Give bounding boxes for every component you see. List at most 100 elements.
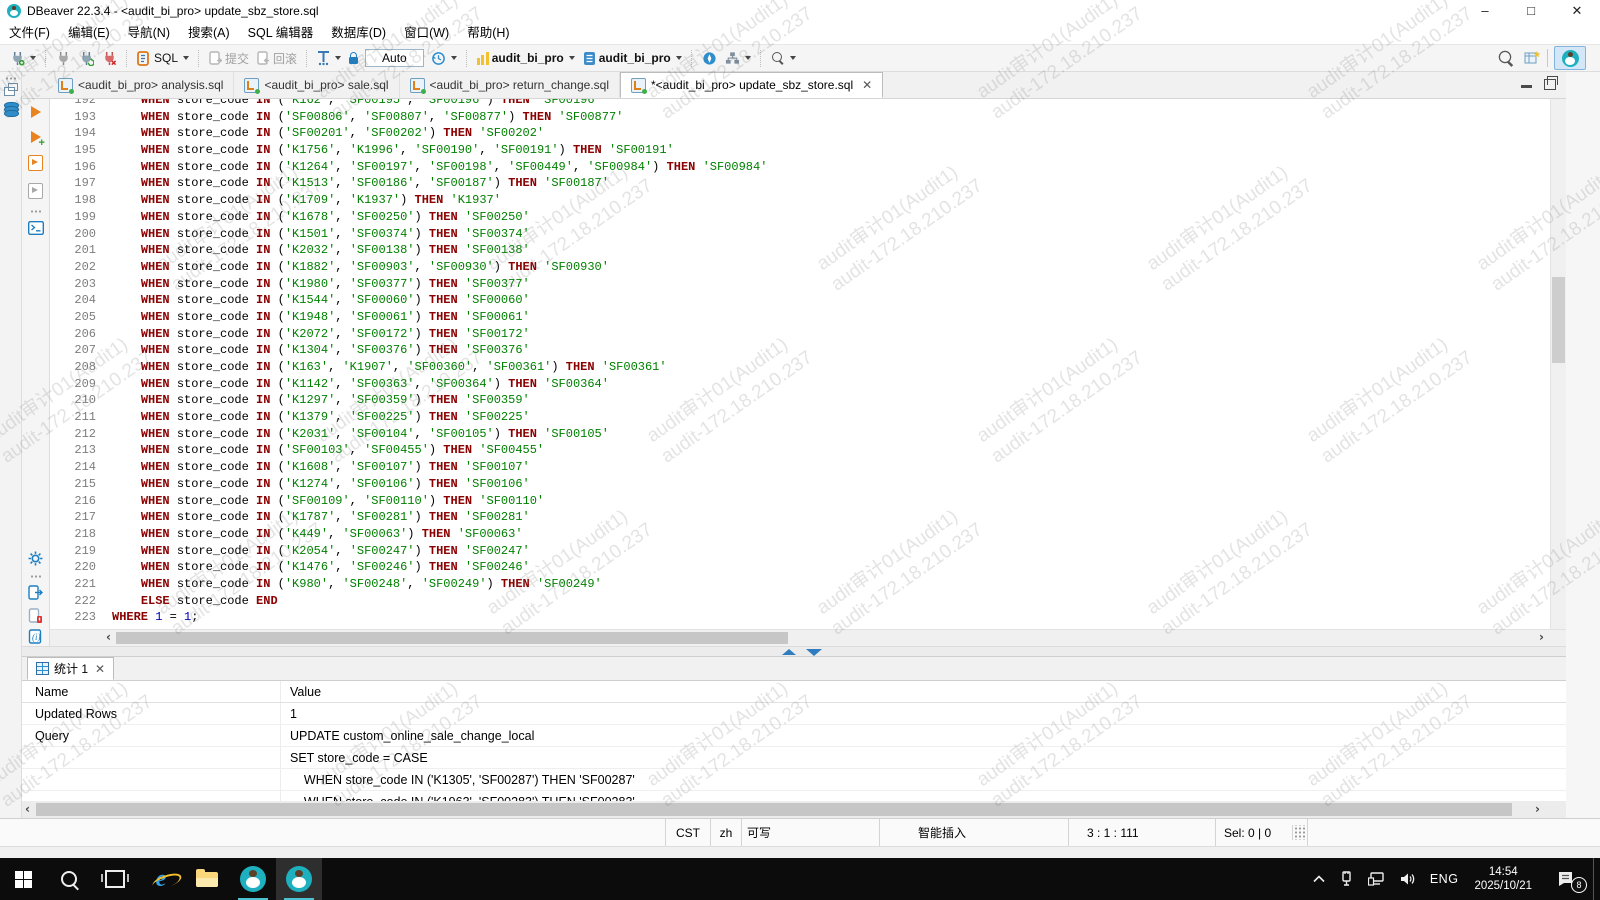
code-line[interactable]: 219 WHEN store_code IN ('K2054', 'SF0024…: [50, 543, 1550, 560]
start-button[interactable]: [0, 858, 46, 900]
txn-lock-button[interactable]: [346, 50, 361, 66]
chevron-down-icon[interactable]: [450, 56, 457, 60]
dbeaver-taskbar-button[interactable]: [230, 858, 276, 900]
code-line[interactable]: 203 WHEN store_code IN ('K1980', 'SF0037…: [50, 276, 1550, 293]
show-desktop-button[interactable]: [1593, 858, 1600, 900]
save-warning-icon[interactable]: [28, 608, 43, 623]
explain-plan-button[interactable]: [28, 183, 43, 199]
scroll-left-icon[interactable]: ‹: [106, 630, 111, 645]
output-log-icon[interactable]: (i): [28, 629, 43, 644]
input-language-indicator[interactable]: ENG: [1423, 858, 1466, 900]
code-line[interactable]: 198 WHEN store_code IN ('K1709', 'K1937'…: [50, 192, 1550, 209]
code-line[interactable]: 197 WHEN store_code IN ('K1513', 'SF0018…: [50, 175, 1550, 192]
status-insert-mode[interactable]: 智能插入: [879, 819, 1068, 846]
code-line[interactable]: 212 WHEN store_code IN ('K2031', 'SF0010…: [50, 426, 1550, 443]
chevron-down-icon[interactable]: [335, 56, 342, 60]
code-line[interactable]: 194 WHEN store_code IN ('SF00201', 'SF00…: [50, 125, 1550, 142]
quick-search-icon[interactable]: [1498, 50, 1512, 64]
code-line[interactable]: 218 WHEN store_code IN ('K449', 'SF00063…: [50, 526, 1550, 543]
internet-explorer-button[interactable]: e: [138, 858, 184, 900]
scroll-right-icon[interactable]: ›: [1539, 630, 1544, 645]
editor-tab-2[interactable]: <audit_bi_pro> return_change.sql: [400, 72, 620, 98]
tray-expand-button[interactable]: [1306, 858, 1332, 900]
connection-selector[interactable]: audit_bi_pro: [474, 49, 578, 67]
maximize-editor-icon[interactable]: [1544, 76, 1558, 90]
network-tray-icon[interactable]: [1361, 858, 1393, 900]
chevron-down-icon[interactable]: [183, 56, 190, 60]
sql-editor-button[interactable]: SQL: [134, 49, 192, 68]
code-line[interactable]: 192 WHEN store_code IN ('K162', 'SF00195…: [50, 99, 1550, 109]
rollback-button[interactable]: 回滚: [254, 48, 300, 69]
txn-history-button[interactable]: [428, 49, 460, 68]
results-col-value[interactable]: Value: [281, 685, 321, 699]
database-navigator-icon[interactable]: [4, 102, 19, 117]
usb-tray-icon[interactable]: [1332, 858, 1361, 900]
commit-mode-combo[interactable]: Auto: [365, 49, 424, 67]
close-tab-icon[interactable]: ✕: [95, 662, 105, 676]
connect-button[interactable]: [53, 49, 74, 68]
code-line[interactable]: 196 WHEN store_code IN ('K1264', 'SF0019…: [50, 159, 1550, 176]
taskbar-search-button[interactable]: [46, 858, 92, 900]
schema-compare-button[interactable]: [722, 49, 754, 67]
code-line[interactable]: 223 WHERE 1 = 1;: [50, 609, 1550, 626]
code-line[interactable]: 200 WHEN store_code IN ('K1501', 'SF0037…: [50, 226, 1550, 243]
menu-item-6[interactable]: 窗口(W): [395, 22, 458, 44]
execute-new-tab-button[interactable]: [30, 131, 45, 149]
chevron-down-icon[interactable]: [744, 56, 751, 60]
action-center-button[interactable]: 8: [1541, 858, 1589, 900]
code-line[interactable]: 206 WHEN store_code IN ('K2072', 'SF0017…: [50, 326, 1550, 343]
menu-item-5[interactable]: 数据库(D): [322, 22, 395, 44]
editor-results-splitter[interactable]: [22, 646, 1600, 657]
editor-tab-0[interactable]: <audit_bi_pro> analysis.sql: [48, 72, 235, 98]
menu-item-4[interactable]: SQL 编辑器: [239, 22, 323, 44]
maximize-button[interactable]: □: [1508, 0, 1554, 22]
database-selector[interactable]: audit_bi_pro: [580, 49, 685, 68]
code-line[interactable]: 207 WHEN store_code IN ('K1304', 'SF0037…: [50, 342, 1550, 359]
commit-button[interactable]: 提交: [206, 48, 252, 69]
horizontal-scrollbar[interactable]: ‹ ›: [50, 629, 1566, 646]
code-area[interactable]: 192 WHEN store_code IN ('K162', 'SF00195…: [50, 99, 1550, 626]
menu-item-7[interactable]: 帮助(H): [458, 22, 518, 44]
drag-handle-icon[interactable]: [4, 77, 17, 80]
sql-terminal-button[interactable]: [27, 221, 44, 235]
minimize-button[interactable]: –: [1462, 0, 1508, 22]
task-view-button[interactable]: [92, 858, 138, 900]
code-line[interactable]: 193 WHEN store_code IN ('SF00806', 'SF00…: [50, 109, 1550, 126]
code-line[interactable]: 214 WHEN store_code IN ('K1608', 'SF0010…: [50, 459, 1550, 476]
results-scroll-thumb[interactable]: [36, 803, 1512, 816]
code-line[interactable]: 205 WHEN store_code IN ('K1948', 'SF0006…: [50, 309, 1550, 326]
restore-view-icon[interactable]: [3, 83, 18, 96]
results-row[interactable]: Query UPDATE custom_online_sale_change_lo…: [22, 725, 1600, 747]
file-explorer-button[interactable]: [184, 858, 230, 900]
results-row[interactable]: WHEN store_code IN ('K1305', 'SF00287') …: [22, 769, 1600, 791]
sql-editor[interactable]: 192 WHEN store_code IN ('K162', 'SF00195…: [50, 99, 1566, 646]
menu-item-0[interactable]: 文件(F): [0, 22, 59, 44]
reconnect-button[interactable]: [76, 49, 97, 68]
menu-item-1[interactable]: 编辑(E): [59, 22, 119, 44]
code-line[interactable]: 210 WHEN store_code IN ('K1297', 'SF0035…: [50, 392, 1550, 409]
results-col-name[interactable]: Name: [22, 681, 281, 702]
dbeaver-taskbar-button-active[interactable]: [276, 858, 322, 900]
chevron-down-icon[interactable]: [675, 56, 682, 60]
code-line[interactable]: 199 WHEN store_code IN ('K1678', 'SF0025…: [50, 209, 1550, 226]
results-row[interactable]: Updated Rows 1: [22, 703, 1600, 725]
editor-tab-1[interactable]: <audit_bi_pro> sale.sql: [234, 72, 400, 98]
chevron-down-icon[interactable]: [568, 56, 575, 60]
close-tab-icon[interactable]: ✕: [862, 78, 872, 92]
code-line[interactable]: 221 WHEN store_code IN ('K980', 'SF00248…: [50, 576, 1550, 593]
chevron-down-icon[interactable]: [789, 56, 796, 60]
code-line[interactable]: 215 WHEN store_code IN ('K1274', 'SF0010…: [50, 476, 1550, 493]
code-line[interactable]: 213 WHEN store_code IN ('SF00103', 'SF00…: [50, 442, 1550, 459]
execute-statement-button[interactable]: [30, 106, 41, 118]
code-line[interactable]: 208 WHEN store_code IN ('K163', 'K1907',…: [50, 359, 1550, 376]
code-line[interactable]: 204 WHEN store_code IN ('K1544', 'SF0006…: [50, 292, 1550, 309]
results-row[interactable]: SET store_code = CASE: [22, 747, 1600, 769]
sql-search-button[interactable]: [768, 49, 799, 67]
status-writable[interactable]: 可写: [741, 819, 879, 846]
vertical-scrollbar[interactable]: [1550, 99, 1566, 629]
code-line[interactable]: 220 WHEN store_code IN ('K1476', 'SF0024…: [50, 559, 1550, 576]
menu-item-2[interactable]: 导航(N): [119, 22, 179, 44]
navigate-object-button[interactable]: [699, 49, 720, 68]
settings-gear-icon[interactable]: [28, 551, 43, 566]
code-line[interactable]: 222 ELSE store_code END: [50, 593, 1550, 610]
